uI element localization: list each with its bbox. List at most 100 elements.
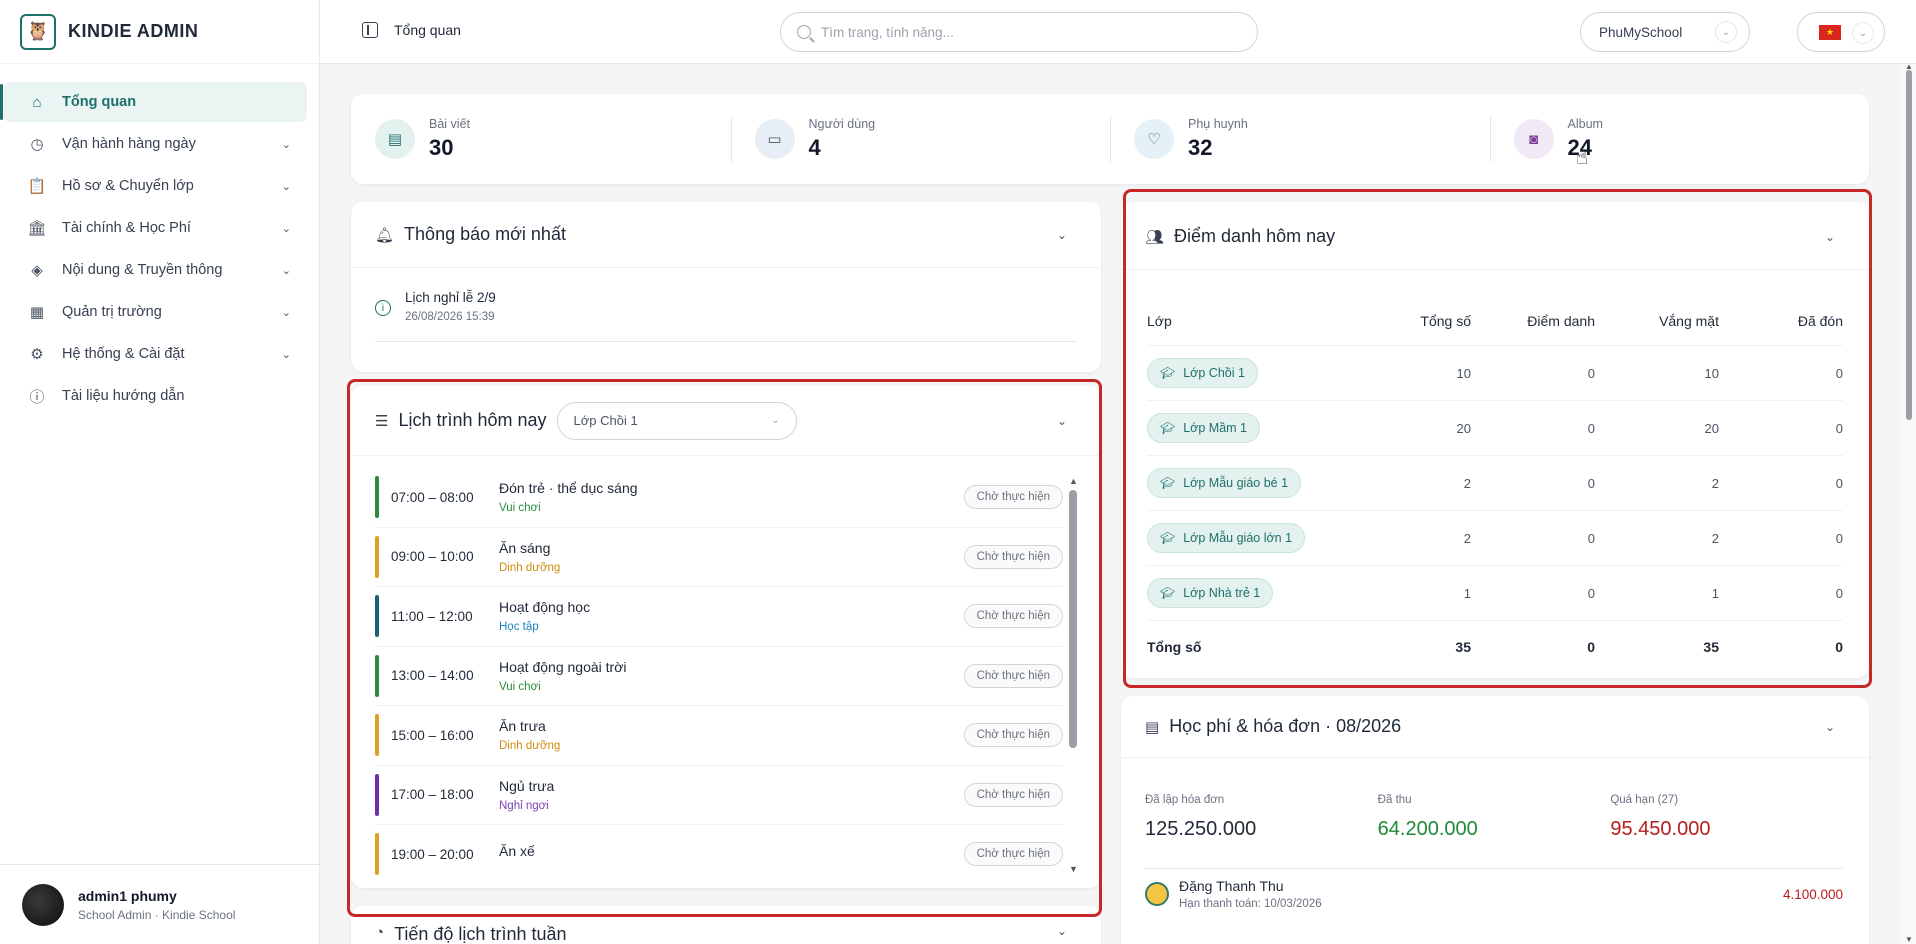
page-scrollbar[interactable]: ▲ ▼ — [1902, 62, 1916, 944]
table-row: 🎓︎ Lớp Mẫu giáo lớn 1 2 0 2 0 — [1147, 511, 1843, 566]
sidebar-item-label: Tổng quan — [62, 94, 137, 110]
picked-cell: 0 — [1835, 365, 1843, 381]
help-icon: ⓘ — [29, 388, 45, 406]
chevron-down-icon[interactable]: ⌄ — [1057, 228, 1067, 242]
stat-value: 30 — [429, 135, 454, 160]
sidebar-item-content[interactable]: ◈ Nội dung & Truyền thông ⌄ — [4, 250, 307, 290]
status-badge[interactable]: Chờ thực hiện — [963, 485, 1063, 510]
class-name: Lớp Chồi 1 — [1183, 366, 1245, 380]
status-badge[interactable]: Chờ thực hiện — [963, 723, 1063, 748]
scrollbar-thumb[interactable] — [1069, 490, 1077, 748]
school-select[interactable]: PhuMySchool ⌄ — [1580, 12, 1750, 52]
stat-album[interactable]: ◙ Album 24 — [1489, 94, 1870, 184]
fee-overdue: Quá hạn (27) 95.450.000 — [1610, 794, 1843, 841]
stat-parents[interactable]: ♡ Phụ huynh 32 — [1110, 94, 1490, 184]
stat-label: Phụ huynh — [1188, 117, 1248, 131]
card-header[interactable]: 🔔︎ Thông báo mới nhất ⌄ — [351, 202, 1101, 268]
card-header[interactable]: 👥︎ Điểm danh hôm nay ⌄ — [1121, 204, 1869, 270]
stat-users[interactable]: ▭ Người dùng 4 — [730, 94, 1111, 184]
sidebar-item-settings[interactable]: ⚙ Hệ thống & Cài đặt ⌄ — [4, 334, 307, 374]
status-badge[interactable]: Chờ thực hiện — [963, 604, 1063, 629]
status-badge[interactable]: Chờ thực hiện — [963, 663, 1063, 688]
class-chip[interactable]: 🎓︎ Lớp Chồi 1 — [1147, 358, 1258, 388]
category-color-bar — [375, 833, 379, 876]
sidebar-item-overview[interactable]: ⌂ Tổng quan — [0, 82, 307, 122]
chevron-down-icon[interactable]: ⌄ — [1825, 230, 1835, 244]
chevron-down-icon[interactable]: ⌄ — [1057, 414, 1067, 428]
activity-category: Nghỉ ngơi — [499, 799, 549, 812]
fee-label: Đã lập hóa đơn — [1145, 794, 1225, 806]
category-color-bar — [375, 535, 379, 578]
schedule-row[interactable]: 17:00 – 18:00 Ngủ trưa Nghỉ ngơi Chờ thực h… — [375, 766, 1063, 825]
class-select-value: Lớp Chồi 1 — [573, 413, 638, 428]
schedule-row[interactable]: 15:00 – 16:00 Ăn trưa Dinh dưỡng Chờ thực h… — [375, 706, 1063, 766]
graduation-cap-icon: 🎓︎ — [1160, 366, 1176, 380]
schedule-scrollbar[interactable]: ▲ ▼ — [1069, 476, 1078, 874]
stat-posts[interactable]: ▤ Bài viết 30 — [351, 94, 731, 184]
schedule-list: 07:00 – 08:00 Đón trẻ · thể dục sáng Vui c… — [375, 468, 1063, 876]
card-header[interactable]: ◔ Tiến độ lịch trình tuần ⌄ — [351, 906, 1101, 944]
attendance-card: 👥︎ Điểm danh hôm nay ⌄ Lớp Tổng số Điểm … — [1121, 202, 1869, 678]
absent-cell: 2 — [1711, 530, 1719, 546]
class-chip[interactable]: 🎓︎ Lớp Mầm 1 — [1147, 413, 1261, 443]
notification-item[interactable]: i Lịch nghỉ lễ 2/9 26/08/2026 15:39 — [375, 290, 1077, 342]
sidebar-item-finance[interactable]: 🏛 Tài chính & Học Phí ⌄ — [4, 208, 307, 248]
absent-cell: 2 — [1711, 475, 1719, 491]
chevron-down-icon: ⌄ — [281, 138, 291, 151]
class-chip[interactable]: 🎓︎ Lớp Mẫu giáo lớn 1 — [1147, 523, 1306, 553]
language-select[interactable]: ★ ⌄ — [1797, 12, 1885, 52]
column-header: Lớp — [1147, 312, 1172, 329]
chevron-down-icon: ⌄ — [1715, 21, 1737, 43]
table-row: 🎓︎ Lớp Chồi 1 10 0 10 0 — [1147, 346, 1843, 401]
absent-cell: 10 — [1704, 365, 1719, 381]
schedule-time: 19:00 – 20:00 — [391, 846, 474, 862]
card-title: Lịch trình hôm nay — [398, 410, 547, 430]
class-select[interactable]: Lớp Chồi 1 ⌄ — [556, 401, 797, 440]
status-badge[interactable]: Chờ thực hiện — [963, 544, 1063, 569]
user-profile[interactable]: admin1 phumy School Admin · Kindie Schoo… — [0, 864, 320, 944]
scroll-up-icon[interactable]: ▲ — [1069, 476, 1078, 486]
scrollbar-thumb[interactable] — [1906, 70, 1912, 420]
schedule-row[interactable]: 09:00 – 10:00 Ăn sáng Dinh dưỡng Chờ thực h… — [375, 528, 1063, 587]
activity-category: Học tập — [499, 621, 539, 634]
sidebar-item-records[interactable]: 📋 Hồ sơ & Chuyển lớp ⌄ — [4, 166, 307, 206]
schedule-row[interactable]: 11:00 – 12:00 Hoạt động học Học tập Chờ thự… — [375, 587, 1063, 647]
present-cell: 0 — [1587, 475, 1595, 491]
category-color-bar — [375, 773, 379, 816]
chevron-down-icon[interactable]: ⌄ — [1825, 720, 1835, 734]
newspaper-icon: ▤ — [375, 119, 415, 159]
search-input[interactable]: Tìm trang, tính năng... — [780, 12, 1258, 52]
attendance-rows: 🎓︎ Lớp Chồi 1 10 0 10 0 🎓︎ Lớp Mầm 1 20 0 20 0 🎓︎ Lớp… — [1147, 346, 1843, 621]
sidebar-item-daily-operations[interactable]: ◷ Vận hành hàng ngày ⌄ — [4, 124, 307, 164]
scroll-down-icon[interactable]: ▼ — [1069, 864, 1078, 874]
brand[interactable]: 🦉 KINDIE ADMIN — [0, 0, 319, 64]
sidebar-item-label: Tài liệu hướng dẫn — [62, 388, 185, 404]
card-header[interactable]: ▤ Học phí & hóa đơn · 08/2026 ⌄ — [1121, 696, 1869, 758]
fee-list-item[interactable]: Đặng Thanh Thu Hạn thanh toán: 10/03/202… — [1145, 878, 1843, 910]
stats-bar: ▤ Bài viết 30 ▭ Người dùng 4 ♡ Phụ huynh 32… — [351, 94, 1869, 184]
user-name: admin1 phumy — [78, 887, 177, 904]
chevron-down-icon[interactable]: ⌄ — [1057, 924, 1067, 938]
present-cell: 0 — [1587, 420, 1595, 436]
chevron-down-icon: ⌄ — [1852, 22, 1874, 44]
total-row: Tổng số 35 0 35 0 — [1147, 621, 1843, 672]
class-chip[interactable]: 🎓︎ Lớp Mẫu giáo bé 1 — [1147, 468, 1302, 498]
graduation-cap-icon: 🎓︎ — [1160, 586, 1176, 600]
status-badge[interactable]: Chờ thực hiện — [963, 782, 1063, 807]
scroll-down-icon[interactable]: ▼ — [1905, 935, 1913, 944]
notification-title: Lịch nghỉ lễ 2/9 — [405, 290, 496, 305]
status-badge[interactable]: Chờ thực hiện — [963, 842, 1063, 867]
schedule-row[interactable]: 07:00 – 08:00 Đón trẻ · thể dục sáng Vui c… — [375, 468, 1063, 528]
sidebar-item-docs[interactable]: ⓘ Tài liệu hướng dẫn — [4, 376, 307, 416]
sidebar-toggle-icon[interactable] — [362, 22, 378, 38]
search-placeholder: Tìm trang, tính năng... — [821, 24, 954, 40]
class-chip[interactable]: 🎓︎ Lớp Nhà trẻ 1 — [1147, 578, 1274, 608]
activity-name: Ăn xế — [499, 843, 535, 860]
sidebar-item-school-admin[interactable]: ▦ Quản trị trường ⌄ — [4, 292, 307, 332]
schedule-row[interactable]: 19:00 – 20:00 Ăn xế Chờ thực hiện — [375, 825, 1063, 876]
breadcrumb: Tổng quan — [362, 22, 461, 38]
sidebar-item-label: Hệ thống & Cài đặt — [62, 346, 185, 362]
picked-cell: 0 — [1835, 530, 1843, 546]
chevron-down-icon: ⌄ — [281, 264, 291, 277]
schedule-row[interactable]: 13:00 – 14:00 Hoạt động ngoài trời Vui chơ… — [375, 647, 1063, 706]
